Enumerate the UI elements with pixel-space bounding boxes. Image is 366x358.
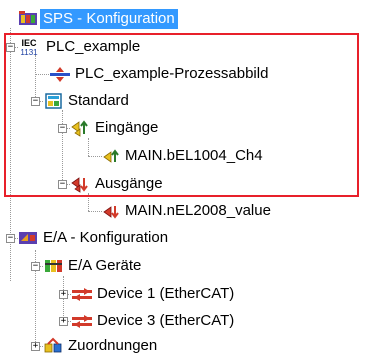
expand-toggle[interactable]: + (31, 342, 40, 351)
tree-line (88, 211, 102, 212)
svg-text:1131: 1131 (20, 48, 38, 57)
ea-devices-icon (45, 260, 62, 272)
tree-line (62, 110, 63, 184)
tree-item-label: E/A Geräte (68, 257, 142, 274)
tree-item-label: PLC_example (46, 38, 141, 55)
tree-item-label: Eingänge (95, 119, 159, 136)
tree-item-main-input[interactable]: MAIN.bEL1004_Ch4 (102, 144, 266, 168)
tree-item-sps[interactable]: SPS - Konfiguration (18, 7, 178, 31)
sps-icon (19, 11, 37, 25)
output-icon (103, 206, 119, 219)
tree-item-main-output[interactable]: MAIN.nEL2008_value (102, 199, 274, 223)
collapse-toggle[interactable]: − (6, 43, 15, 52)
input-icon (103, 149, 119, 163)
ethercat-device-icon (72, 288, 92, 301)
output-icon (71, 177, 88, 193)
tree-item-standard[interactable]: Standard (43, 89, 132, 113)
svg-text:IEC: IEC (21, 38, 37, 48)
expand-toggle[interactable]: + (59, 290, 68, 299)
tree-item-device-3[interactable]: Device 3 (EtherCAT) (71, 309, 237, 333)
iec-icon: IEC 1131 (20, 38, 38, 57)
input-icon (71, 120, 88, 137)
collapse-toggle[interactable]: − (6, 234, 15, 243)
project-tree[interactable]: − − − − − − + + + SPS - Konfiguration IE… (0, 0, 366, 358)
tree-item-ea-konfiguration[interactable]: E/A - Konfiguration (18, 226, 171, 250)
ethercat-device-icon (72, 315, 92, 328)
collapse-toggle[interactable]: − (58, 124, 67, 133)
tree-item-label: SPS - Konfiguration (40, 9, 178, 29)
collapse-toggle[interactable]: − (58, 180, 67, 189)
tree-item-plc-example[interactable]: IEC 1131 PLC_example (18, 35, 143, 59)
tree-line (88, 156, 102, 157)
tree-line (35, 55, 36, 101)
tree-item-label: MAIN.nEL2008_value (125, 202, 271, 219)
standard-icon (45, 93, 62, 109)
tree-item-label: MAIN.bEL1004_Ch4 (125, 147, 263, 164)
tree-line (10, 28, 11, 281)
tree-item-label: PLC_example-Prozessabbild (75, 65, 269, 82)
tree-item-ea-geraete[interactable]: E/A Geräte (43, 254, 144, 278)
tree-item-eingaenge[interactable]: Eingänge (70, 116, 161, 140)
tree-line (88, 138, 89, 156)
tree-item-label: Device 1 (EtherCAT) (97, 285, 235, 302)
prozessabbild-icon (50, 67, 70, 82)
collapse-toggle[interactable]: − (31, 262, 40, 271)
tree-item-ausgaenge[interactable]: Ausgänge (70, 172, 166, 196)
tree-item-prozessabbild[interactable]: PLC_example-Prozessabbild (49, 62, 271, 86)
tree-item-label: Ausgänge (95, 175, 163, 192)
tree-item-label: Device 3 (EtherCAT) (97, 312, 235, 329)
mapping-icon (44, 337, 62, 353)
tree-item-label: Standard (68, 92, 129, 109)
tree-item-label: E/A - Konfiguration (43, 229, 169, 246)
tree-item-zuordnungen[interactable]: Zuordnungen (43, 334, 160, 358)
tree-item-label: Zuordnungen (68, 337, 158, 354)
expand-toggle[interactable]: + (59, 317, 68, 326)
tree-line (35, 74, 49, 75)
ea-config-icon (19, 232, 37, 244)
collapse-toggle[interactable]: − (31, 97, 40, 106)
tree-item-device-1[interactable]: Device 1 (EtherCAT) (71, 282, 237, 306)
